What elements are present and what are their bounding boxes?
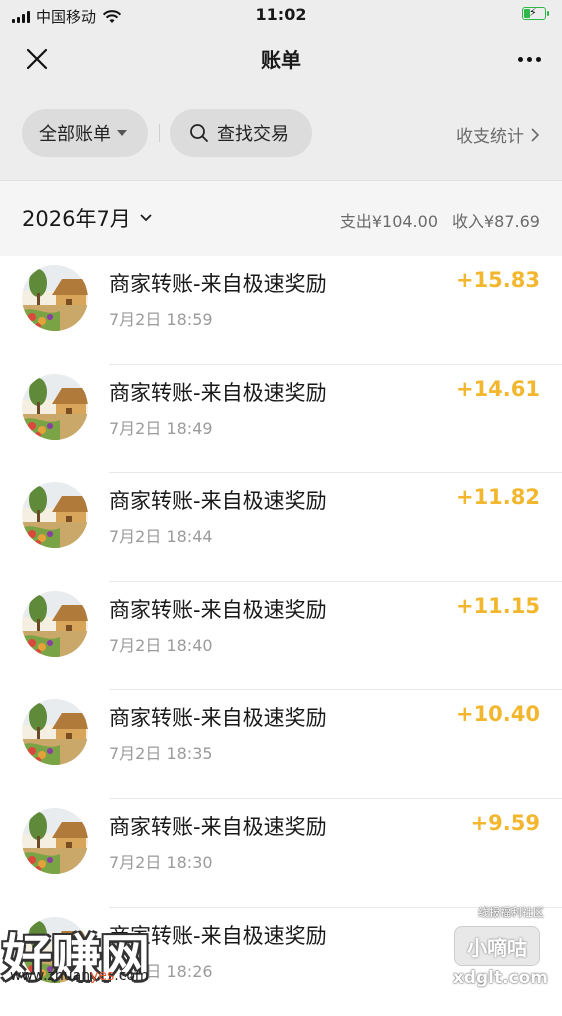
transaction-title: 商家转账-来自极速奖励 [109, 272, 327, 296]
status-bar: 中国移动 11:02 ⚡ [0, 0, 562, 30]
merchant-avatar [22, 807, 88, 874]
watermark-tagline: 线报福利社区 [478, 906, 544, 919]
stats-link[interactable]: 收支统计 [456, 122, 540, 147]
transaction-amount: +11.82 [455, 485, 540, 510]
stats-label: 收支统计 [456, 127, 524, 147]
all-bills-label: 全部账单 [39, 124, 111, 145]
transaction-time: 7月2日 18:49 [109, 418, 213, 438]
merchant-avatar [22, 373, 88, 440]
transaction-amount: +14.61 [455, 376, 540, 401]
watermark-badge: 小嘀咕 [454, 926, 540, 966]
transaction-list: 商家转账-来自极速奖励 7月2日 18:59 +15.83 商家转账-来自极速奖… [0, 256, 562, 1016]
transaction-time: 7月2日 18:44 [109, 527, 213, 547]
watermark-left: 好赚网 www.zhuanyes.com [2, 918, 202, 998]
transaction-row[interactable]: 商家转账-来自极速奖励 7月2日 18:40 +11.15 [0, 582, 562, 691]
more-icon [517, 56, 523, 62]
transaction-row[interactable]: 商家转账-来自极速奖励 7月2日 18:30 +9.59 [0, 799, 562, 908]
transaction-title: 商家转账-来自极速奖励 [109, 489, 327, 514]
filter-bar: 全部账单 查找交易 收支统计 [0, 86, 562, 180]
page-title: 账单 [261, 48, 301, 72]
transaction-amount: +9.59 [470, 810, 540, 835]
search-icon [190, 124, 208, 142]
expense-total: 支出¥104.00 [339, 212, 438, 231]
transaction-row[interactable]: 商家转账-来自极速奖励 7月2日 18:59 +15.83 [0, 256, 562, 365]
merchant-avatar [22, 265, 88, 331]
caret-down-icon [117, 130, 127, 136]
transaction-time: 7月2日 18:30 [109, 852, 213, 872]
transaction-amount: +10.40 [455, 702, 540, 727]
transaction-title: 商家转账-来自极速奖励 [109, 380, 327, 405]
watermark-domain: xdglt.com [452, 968, 548, 988]
status-time: 11:02 [255, 5, 307, 24]
chevron-right-icon [531, 127, 540, 142]
month-label: 2026年7月 [22, 207, 131, 231]
transaction-title: 商家转账-来自极速奖励 [109, 706, 327, 731]
search-transactions-button[interactable]: 查找交易 [170, 109, 312, 157]
merchant-avatar [22, 590, 88, 657]
more-button[interactable] [514, 44, 544, 74]
transaction-row[interactable]: 商家转账-来自极速奖励 7月2日 18:44 +11.82 [0, 473, 562, 582]
transaction-time: 7月2日 18:35 [109, 744, 213, 764]
search-label: 查找交易 [217, 124, 289, 145]
transaction-amount: +15.83 [455, 268, 540, 292]
transaction-row[interactable]: 商家转账-来自极速奖励 7月2日 18:35 +10.40 [0, 690, 562, 799]
all-bills-filter[interactable]: 全部账单 [22, 109, 148, 157]
transaction-time: 7月2日 18:59 [109, 310, 213, 329]
transaction-amount: +11.15 [455, 593, 540, 618]
merchant-avatar [22, 482, 88, 549]
transaction-title: 商家转账-来自极速奖励 [109, 597, 327, 622]
month-bar: 2026年7月 支出¥104.00 收入¥87.69 [0, 180, 562, 256]
income-total: 收入¥87.69 [452, 212, 540, 231]
merchant-avatar [22, 699, 88, 766]
battery-icon: ⚡ [522, 6, 549, 20]
transaction-time: 7月2日 18:40 [109, 635, 213, 655]
watermark-right: 线报福利社区 小嘀咕 xdglt.com [448, 904, 548, 994]
transaction-title: 商家转账-来自极速奖励 [109, 814, 327, 839]
month-selector[interactable]: 2026年7月 [22, 203, 153, 233]
nav-bar: 账单 [0, 30, 562, 86]
watermark-url: www.zhuanyes.com [10, 968, 149, 984]
filter-divider [159, 124, 160, 142]
month-summary: 支出¥104.00 收入¥87.69 [340, 208, 540, 232]
transaction-row[interactable]: 商家转账-来自极速奖励 7月2日 18:49 +14.61 [0, 365, 562, 474]
chevron-down-icon [140, 214, 152, 222]
